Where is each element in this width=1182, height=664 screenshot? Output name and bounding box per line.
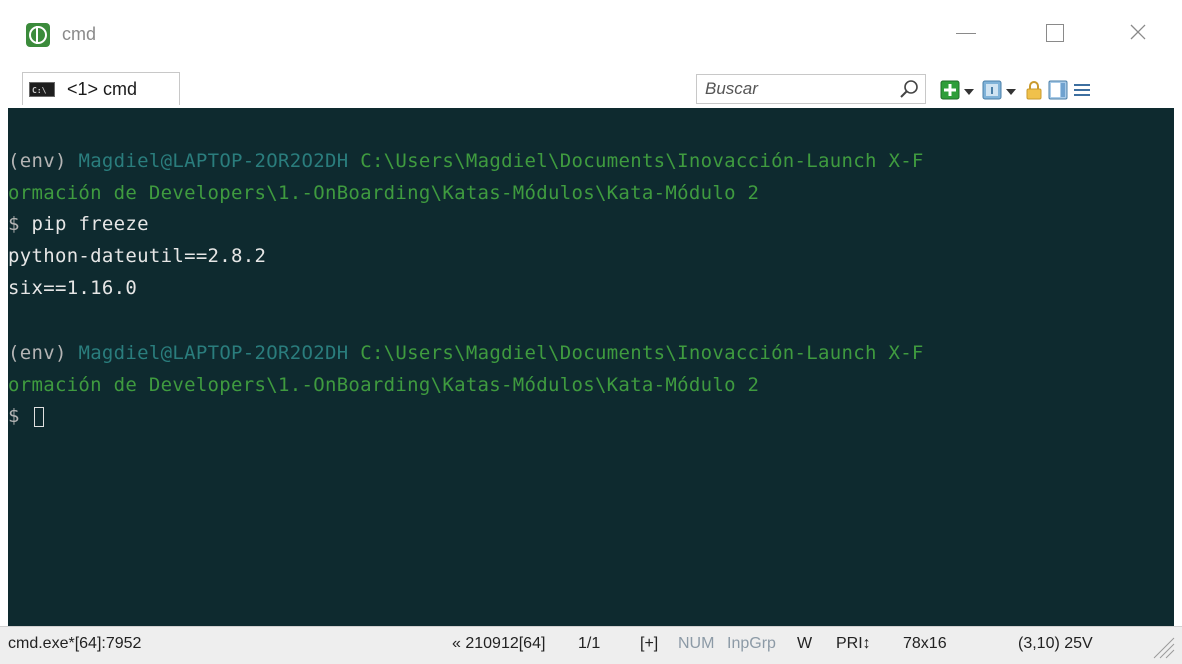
user-host: Magdiel@LAPTOP-2OR2O2DH bbox=[78, 150, 349, 172]
console-index[interactable]: 1/1 bbox=[578, 635, 600, 653]
frame-left bbox=[0, 108, 8, 626]
new-console-dropdown-icon[interactable] bbox=[964, 89, 974, 95]
console-size[interactable]: 78x16 bbox=[903, 635, 947, 653]
env-label: (env) bbox=[8, 342, 67, 364]
window-title: cmd bbox=[62, 24, 97, 44]
frame-right bbox=[1174, 108, 1182, 626]
title-bar[interactable]: cmd bbox=[0, 0, 1182, 66]
priority-indicator[interactable]: PRI↕ bbox=[836, 635, 871, 653]
user-host: Magdiel@LAPTOP-2OR2O2DH bbox=[78, 342, 349, 364]
command-line: $ bbox=[8, 401, 44, 431]
search-input[interactable] bbox=[705, 78, 895, 100]
minimize-icon bbox=[956, 33, 976, 34]
tab-label: <1> cmd bbox=[67, 79, 138, 99]
text-cursor bbox=[33, 406, 44, 427]
search-icon[interactable] bbox=[899, 79, 919, 99]
num-lock-indicator[interactable]: NUM bbox=[678, 635, 714, 653]
close-button[interactable] bbox=[1118, 18, 1158, 48]
output-line: python-dateutil==2.8.2 bbox=[8, 245, 267, 267]
cwd-path-wrap: ormación de Developers\1.-OnBoarding\Kat… bbox=[8, 182, 760, 204]
command-line: $ pip freeze bbox=[8, 209, 149, 239]
menu-icon[interactable] bbox=[1072, 80, 1092, 100]
conemu-window: cmd C:\ <1> cmd Buscar (env) Magdiel@LAP… bbox=[0, 0, 1182, 664]
prompt-line: (env) Magdiel@LAPTOP-2OR2O2DH C:\Users\M… bbox=[8, 338, 924, 368]
output-line: six==1.16.0 bbox=[8, 277, 138, 299]
panes-icon[interactable] bbox=[982, 80, 1002, 100]
maximize-button[interactable] bbox=[1034, 18, 1074, 48]
cwd-path-wrap: ormación de Developers\1.-OnBoarding\Kat… bbox=[8, 374, 760, 396]
layout-icon[interactable] bbox=[1048, 80, 1068, 100]
cwd-path: C:\Users\Magdiel\Documents\Inovacción-La… bbox=[360, 150, 924, 172]
input-group-indicator[interactable]: InpGrp bbox=[727, 635, 776, 653]
status-bar: cmd.exe*[64]:7952 « 210912[64] 1/1 [+] N… bbox=[0, 626, 1182, 664]
env-label: (env) bbox=[8, 150, 67, 172]
process-info[interactable]: cmd.exe*[64]:7952 bbox=[8, 635, 141, 653]
cwd-path: C:\Users\Magdiel\Documents\Inovacción-La… bbox=[360, 342, 924, 364]
prompt-symbol: $ bbox=[8, 405, 20, 427]
conemu-app-icon[interactable] bbox=[26, 23, 50, 47]
resize-grip-icon[interactable] bbox=[1150, 634, 1176, 660]
cursor-position[interactable]: (3,10) 25V bbox=[1018, 635, 1093, 653]
plus-indicator[interactable]: [+] bbox=[640, 635, 658, 653]
prompt-symbol: $ bbox=[8, 213, 20, 235]
command-text: pip freeze bbox=[31, 213, 149, 235]
prompt-line: (env) Magdiel@LAPTOP-2OR2O2DH C:\Users\M… bbox=[8, 146, 924, 176]
close-icon bbox=[1130, 24, 1146, 40]
minimize-button[interactable] bbox=[946, 18, 986, 48]
build-info[interactable]: « 210912[64] bbox=[452, 635, 545, 653]
maximize-icon bbox=[1046, 24, 1064, 42]
console-icon: C:\ bbox=[29, 82, 55, 97]
tab-cmd[interactable]: C:\ <1> cmd bbox=[22, 72, 180, 105]
tab-toolbar: C:\ <1> cmd bbox=[0, 66, 1182, 108]
w-indicator[interactable]: W bbox=[797, 635, 812, 653]
search-box[interactable] bbox=[696, 74, 926, 104]
terminal-output[interactable]: (env) Magdiel@LAPTOP-2OR2O2DH C:\Users\M… bbox=[8, 108, 1174, 626]
panes-dropdown-icon[interactable] bbox=[1006, 89, 1016, 95]
lock-icon[interactable] bbox=[1024, 80, 1044, 100]
new-console-icon[interactable] bbox=[940, 80, 960, 100]
